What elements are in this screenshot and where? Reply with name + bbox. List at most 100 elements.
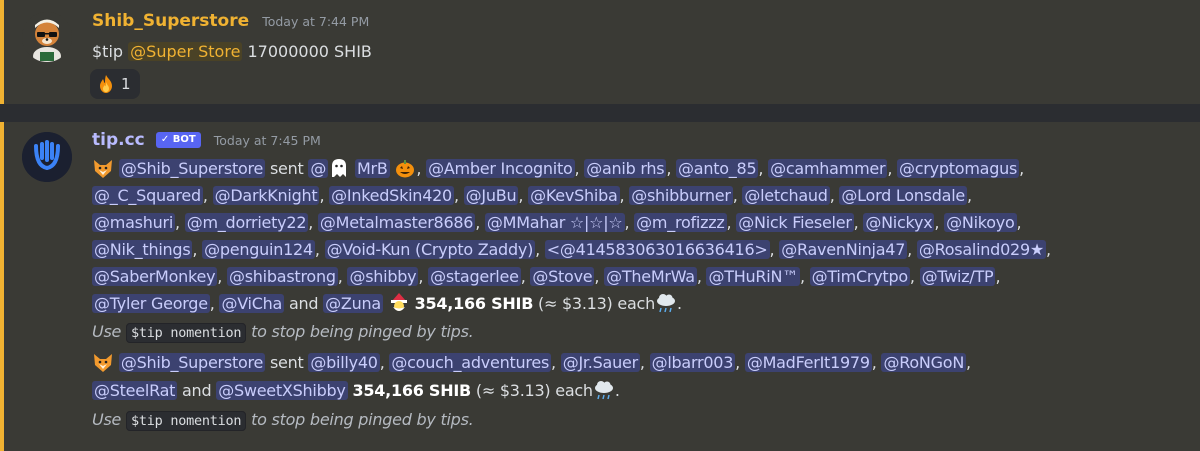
mention-super-store[interactable]: @Super Store [128,42,243,61]
mention-recipient[interactable]: @Metalmaster8686 [317,213,476,232]
mention-recipient[interactable]: @shibburner [629,186,733,205]
usd-value: (≈ $3.13) [475,381,551,400]
each-label: each [617,294,655,313]
mention-recipient[interactable]: @lbarr003 [649,353,736,372]
bot-badge-label: BOT [172,134,196,145]
mention-recipient[interactable]: @Stove [530,267,595,286]
mention-recipient[interactable]: @Nik_things [92,240,193,259]
tip-amount: 17000000 SHIB [247,42,372,61]
mention-recipient[interactable]: @Zuna [323,294,383,313]
tip-line: @Shib_Superstore sent @ MrB , @Amber Inc… [92,156,1024,182]
mention-recipient[interactable]: @TimCrytpo [809,267,910,286]
mention-recipient[interactable]: @anib rhs [584,159,667,178]
usd-value: (≈ $3.13) [538,294,613,313]
hint-text: to stop being pinged by tips. [251,322,474,341]
sent-label: sent [269,353,304,372]
mention-recipient[interactable]: @Twiz/TP [919,267,996,286]
hint-use: Use [92,322,122,341]
each-label: each [555,381,593,400]
mention-recipient[interactable]: @Rosalind029★ [916,240,1046,259]
tip-line: @Shib_Superstore sent @billy40, @couch_a… [92,350,971,376]
hint-code: $tip nomention [125,323,247,343]
shib-emoji-icon [94,160,112,178]
reaction-count: 1 [121,75,131,93]
bot-badge: ✓ BOT [155,132,201,148]
mention-recipient[interactable]: @RoNGoN [881,353,967,372]
and-label: and [182,381,212,400]
mention-recipient[interactable]: @SweetXShibby [216,381,348,400]
mention-recipient[interactable]: @SteelRat [92,381,178,400]
tip-line: @Nik_things, @penguin124, @Void-Kun (Cry… [92,240,1051,259]
rain-cloud-icon [594,381,613,400]
mention-recipient[interactable]: @Amber Incognito [426,159,575,178]
mention-recipient[interactable]: @cryptomagus [897,159,1020,178]
mention-recipient[interactable]: @THuRiN™ [706,267,800,286]
mention-recipient[interactable]: @Nick Fieseler [736,213,854,232]
mention-recipient[interactable]: @Tyler George [92,294,210,313]
mention-recipient[interactable]: @shibastrong [226,267,338,286]
tip-line: @SaberMonkey, @shibastrong, @shibby, @st… [92,267,1001,286]
mention-recipient[interactable]: @penguin124 [202,240,315,259]
mention-recipient[interactable]: MrB [354,159,390,178]
hint-text: to stop being pinged by tips. [251,410,474,429]
author-name[interactable]: Shib_Superstore [92,11,249,31]
mention-sender[interactable]: @Shib_Superstore [118,159,266,178]
mention-recipient[interactable]: @ [308,159,329,178]
tip-hint: Use $tip nomention to stop being pinged … [92,407,474,434]
mention-recipient[interactable]: @TheMrWa [604,267,697,286]
mention-recipient[interactable]: @shibby [347,267,419,286]
mention-recipient[interactable]: @Void-Kun (Crypto Zaddy) [324,240,536,259]
message-header: Shib_Superstore Today at 7:44 PM [92,11,369,31]
mention-recipient[interactable]: @m_rofizzz [634,213,727,232]
shib-emoji-icon [94,354,112,372]
mention-recipient[interactable]: @RavenNinja47 [779,240,908,259]
mention-recipient[interactable]: @Nickyx [863,213,935,232]
mention-recipient[interactable]: @letchaud [742,186,830,205]
jack-o-lantern-icon [396,160,415,178]
avatar-tipcc[interactable] [22,132,72,182]
mention-recipient[interactable]: @SaberMonkey [92,267,218,286]
mention-recipient[interactable]: @ViCha [219,294,285,313]
timestamp[interactable]: Today at 7:44 PM [262,14,369,29]
mention-recipient[interactable]: @anto_85 [676,159,759,178]
reaction-fire[interactable]: 1 [90,69,140,99]
mention-recipient[interactable]: @Lord Lonsdale [839,186,967,205]
hint-code: $tip nomention [125,411,247,431]
tip-amount: 354,166 SHIB [414,294,534,313]
tip-hint: Use $tip nomention to stop being pinged … [92,319,474,346]
mention-recipient[interactable]: @couch_adventures [389,353,552,372]
mention-recipient[interactable]: <@414583063016636416> [544,240,770,259]
mention-recipient[interactable]: @MadFerIt1979 [744,353,872,372]
mention-sender[interactable]: @Shib_Superstore [118,353,266,372]
ghost-icon [332,159,347,177]
mention-recipient[interactable]: @m_dorriety22 [184,213,309,232]
fire-icon [100,75,112,93]
sent-label: sent [269,159,304,178]
mention-recipient[interactable]: @MMahar ☆|☆|☆ [484,213,625,232]
mention-recipient[interactable]: @KevShiba [528,186,620,205]
mention-recipient[interactable]: @InkedSkin420 [329,186,454,205]
message-content: $tip @Super Store 17000000 SHIB [92,39,372,65]
and-label: and [288,294,319,313]
tip-amount: 354,166 SHIB [352,381,471,400]
tip-command: $tip [92,42,124,61]
mention-recipient[interactable]: @mashuri [92,213,176,232]
mention-recipient[interactable]: @JuBu [463,186,519,205]
tip-line: @SteelRat and @SweetXShibby 354,166 SHIB… [92,381,620,400]
santa-icon [390,293,407,311]
tip-line: @Tyler George, @ViCha and @Zuna 354,166 … [92,293,682,313]
mention-recipient[interactable]: @Nikoyo [944,213,1017,232]
mention-recipient[interactable]: @stagerlee [428,267,521,286]
message-header: tip.cc ✓ BOT Today at 7:45 PM [92,130,321,150]
avatar-shib-superstore[interactable] [22,12,72,62]
hint-use: Use [92,410,122,429]
mention-recipient[interactable]: @Jr.Sauer [560,353,640,372]
mention-recipient[interactable]: @DarkKnight [212,186,320,205]
mention-recipient[interactable]: @camhammer [768,159,888,178]
author-name[interactable]: tip.cc [92,130,145,150]
tip-line: @_C_Squared, @DarkKnight, @InkedSkin420,… [92,186,972,205]
mention-recipient[interactable]: @_C_Squared [92,186,203,205]
mention-recipient[interactable]: @billy40 [308,353,380,372]
message-separator [0,104,1200,122]
timestamp[interactable]: Today at 7:45 PM [214,133,321,148]
